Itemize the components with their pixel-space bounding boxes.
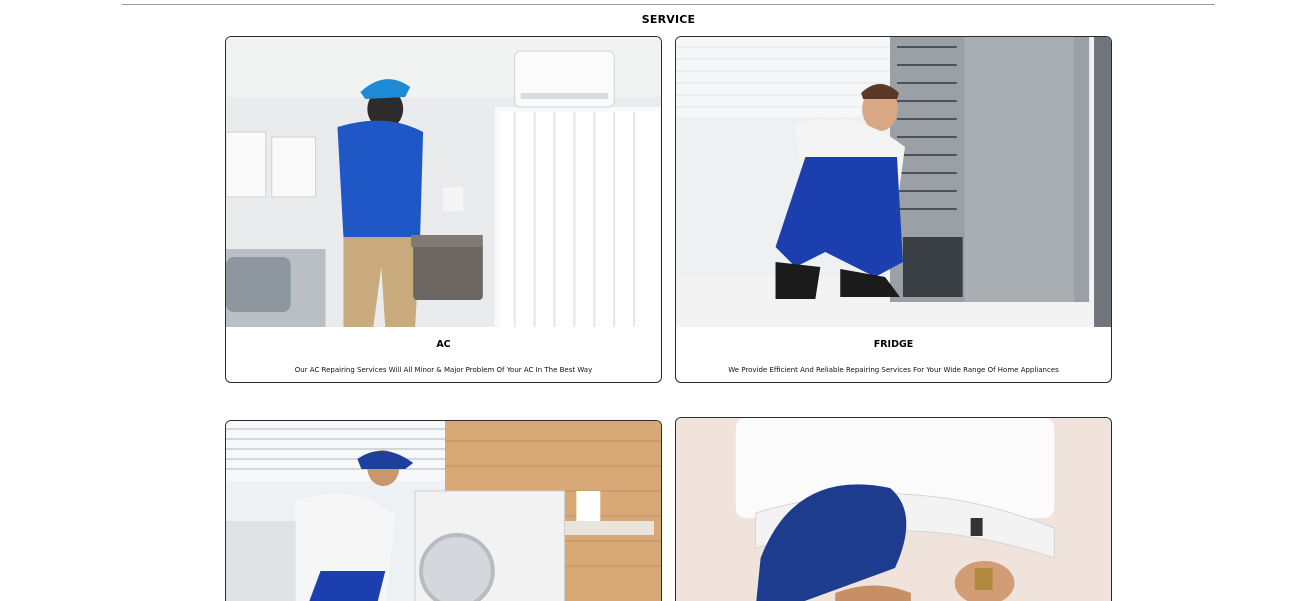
service-card-washing-machine[interactable] (225, 420, 662, 601)
service-card-ac[interactable]: AC Our AC Repairing Services Will All Mi… (225, 36, 662, 383)
service-card-fridge[interactable]: FRIDGE We Provide Efficient And Reliable… (675, 36, 1112, 383)
washing-machine-technician-photo (226, 421, 661, 601)
top-divider (122, 4, 1215, 5)
section-title: SERVICE (641, 13, 696, 26)
ac-technician-photo (226, 37, 661, 327)
service-card-geyser[interactable] (675, 417, 1112, 601)
service-card-title: FRIDGE (873, 339, 914, 350)
service-card-description: Our AC Repairing Services Will All Minor… (294, 366, 593, 374)
service-card-description: We Provide Efficient And Reliable Repair… (728, 366, 1059, 374)
fridge-technician-photo (676, 37, 1111, 327)
geyser-technician-photo (676, 418, 1111, 601)
service-card-title: AC (436, 339, 451, 350)
